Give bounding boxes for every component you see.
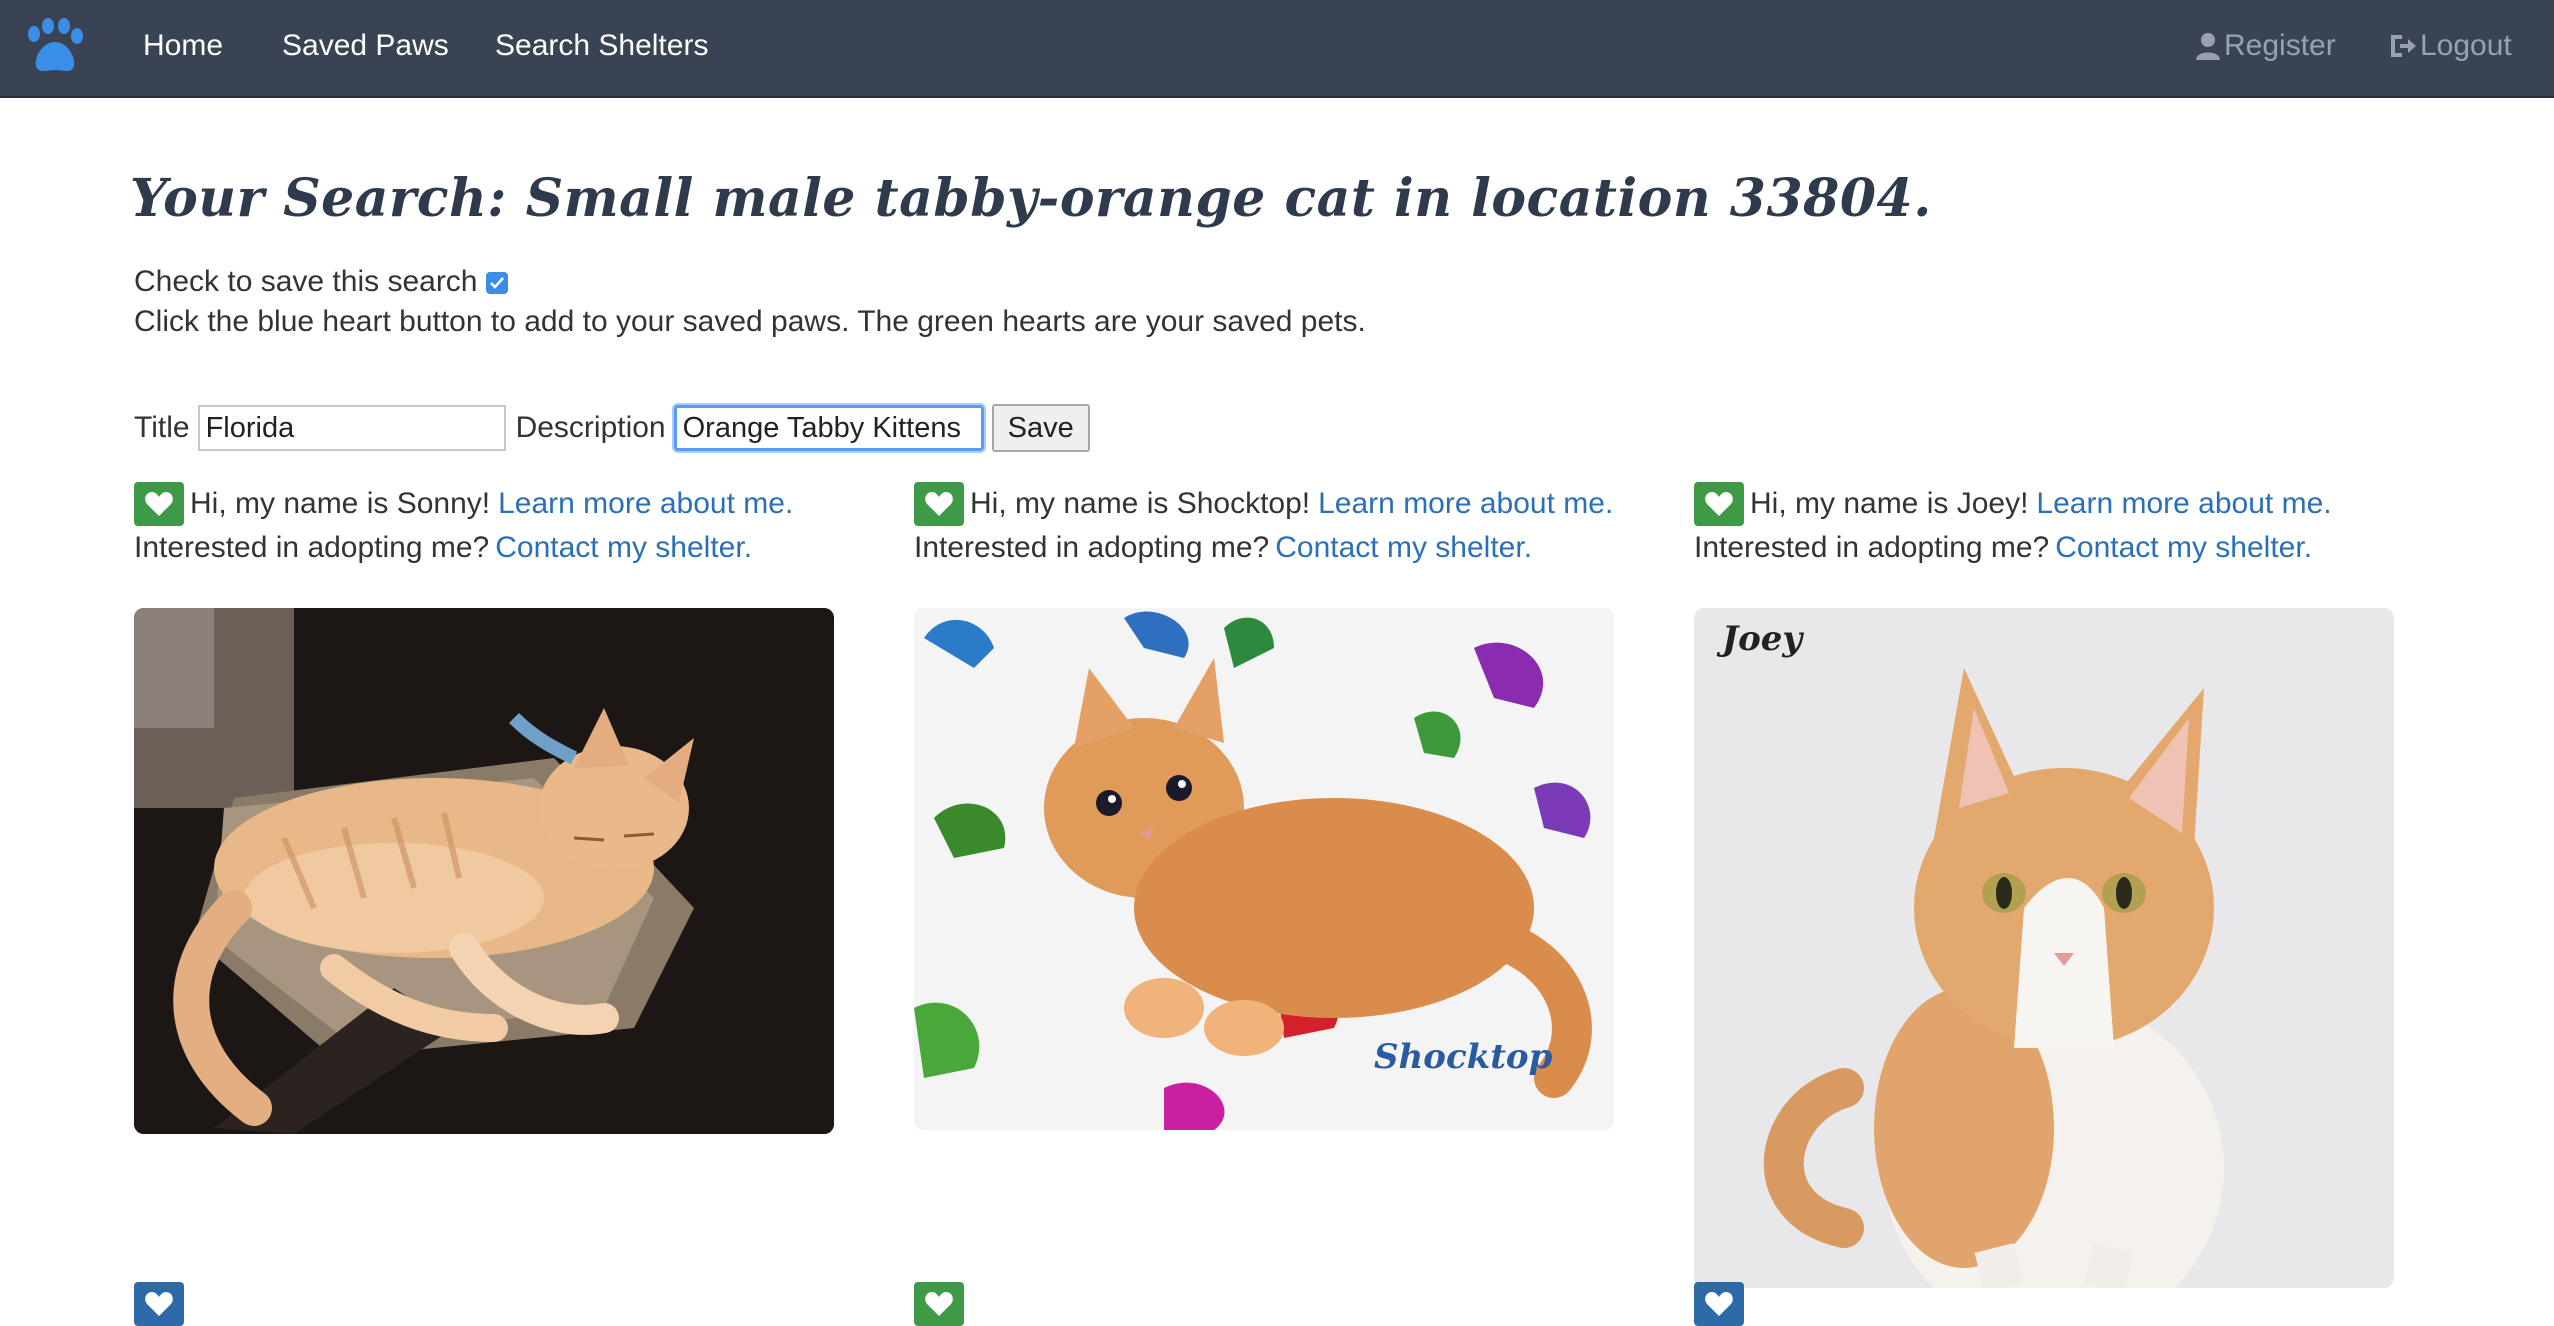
- logout-label: Logout: [2420, 29, 2512, 62]
- nav-search-shelters-link[interactable]: Search Shelters: [495, 26, 708, 66]
- pet-card-shocktop: Hi, my name is Shocktop! Learn more abou…: [914, 482, 1614, 570]
- user-icon: [2196, 33, 2220, 60]
- description-input[interactable]: [673, 405, 984, 451]
- add-heart-button[interactable]: [1694, 1282, 1744, 1326]
- kitten-on-blanket-image: Shocktop: [914, 608, 1614, 1130]
- heart-icon: [1705, 492, 1733, 516]
- register-label: Register: [2224, 29, 2336, 62]
- saved-heart-button[interactable]: [1694, 482, 1744, 526]
- title-input[interactable]: [197, 405, 506, 451]
- save-search-label: Check to save this search: [134, 265, 478, 298]
- pet-intro: Hi, my name is Shocktop!: [970, 487, 1311, 520]
- contact-shelter-link[interactable]: Contact my shelter.: [495, 531, 752, 564]
- heart-icon: [925, 1292, 953, 1316]
- save-search-checkbox[interactable]: [485, 272, 508, 294]
- heart-icon: [1705, 1292, 1733, 1316]
- next-row-card-2: [914, 1282, 970, 1326]
- hearts-hint-text: Click the blue heart button to add to yo…: [134, 305, 1366, 338]
- contact-shelter-link[interactable]: Contact my shelter.: [2055, 531, 2312, 564]
- adopt-prompt: Interested in adopting me?: [1694, 531, 2050, 564]
- pet-photo-shocktop[interactable]: Shocktop: [914, 608, 1614, 1130]
- check-icon: [489, 277, 504, 289]
- learn-more-link[interactable]: Learn more about me.: [2036, 482, 2331, 526]
- add-heart-button[interactable]: [134, 1282, 184, 1326]
- logout-link[interactable]: Logout: [2388, 26, 2512, 66]
- learn-more-link[interactable]: Learn more about me.: [1318, 482, 1613, 526]
- pet-photo-joey[interactable]: Joey: [1694, 608, 2394, 1288]
- saved-heart-button[interactable]: [914, 1282, 964, 1326]
- pet-intro: Hi, my name is Sonny!: [190, 487, 491, 520]
- page-title: Your Search: Small male tabby-orange cat…: [130, 168, 1932, 229]
- sitting-cat-image: Joey: [1694, 608, 2394, 1288]
- next-row-card-3: [1694, 1282, 1750, 1326]
- save-search-row: Check to save this search: [134, 262, 508, 302]
- register-link[interactable]: Register: [2194, 26, 2336, 66]
- logout-icon: [2391, 35, 2416, 57]
- saved-heart-button[interactable]: [134, 482, 184, 526]
- pet-photo-sonny[interactable]: [134, 608, 834, 1134]
- pet-card-joey: Hi, my name is Joey! Learn more about me…: [1694, 482, 2394, 570]
- description-label: Description: [515, 411, 666, 444]
- top-navbar: Home Saved Paws Search Shelters Register…: [0, 0, 2554, 98]
- nav-saved-paws-link[interactable]: Saved Paws: [282, 26, 449, 66]
- photo-caption-joey: Joey: [1716, 619, 1804, 659]
- save-search-form: Title Description Save: [134, 402, 1090, 454]
- nav-home-link[interactable]: Home: [143, 26, 223, 66]
- next-row-card-1: [134, 1282, 190, 1326]
- learn-more-link[interactable]: Learn more about me.: [498, 482, 793, 526]
- sleeping-cat-image: [134, 608, 834, 1134]
- pet-card-sonny: Hi, my name is Sonny! Learn more about m…: [134, 482, 834, 570]
- adopt-prompt: Interested in adopting me?: [134, 531, 490, 564]
- pet-intro: Hi, my name is Joey!: [1750, 487, 2029, 520]
- adopt-prompt: Interested in adopting me?: [914, 531, 1270, 564]
- title-label: Title: [134, 411, 190, 444]
- saved-heart-button[interactable]: [914, 482, 964, 526]
- paw-logo-icon[interactable]: [20, 18, 86, 76]
- heart-icon: [145, 1292, 173, 1316]
- heart-icon: [925, 492, 953, 516]
- save-button[interactable]: Save: [991, 404, 1090, 452]
- heart-icon: [145, 492, 173, 516]
- contact-shelter-link[interactable]: Contact my shelter.: [1275, 531, 1532, 564]
- photo-caption-shocktop: Shocktop: [1374, 1037, 1553, 1077]
